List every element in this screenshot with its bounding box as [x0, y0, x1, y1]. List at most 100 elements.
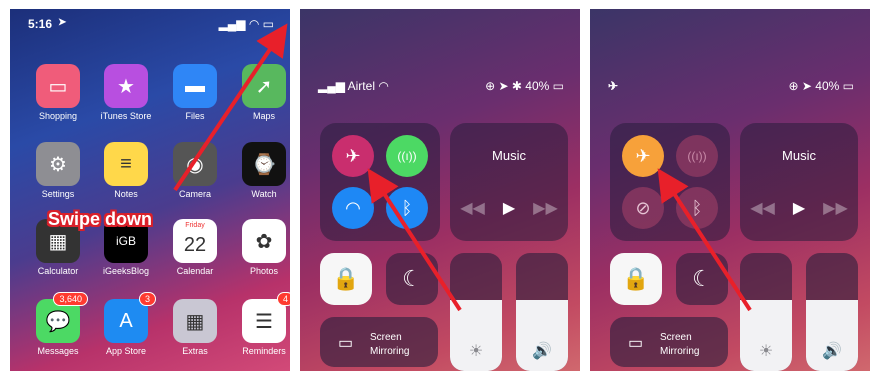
notes-icon: ≡: [104, 142, 148, 186]
do-not-disturb-toggle[interactable]: ☾: [386, 253, 438, 305]
app-camera[interactable]: ◉ Camera: [167, 142, 223, 199]
app-watch[interactable]: ⌚ Watch: [236, 142, 290, 199]
app-label: Camera: [178, 189, 211, 199]
music-label: Music: [492, 148, 526, 163]
reminders-icon: ☰ 4: [242, 292, 290, 343]
play-icon[interactable]: ▶: [503, 198, 515, 218]
app-label: Calendar: [176, 266, 214, 276]
status-bar: 5:16 ➤ ▂▄▆ ◠ ▭: [10, 17, 290, 35]
app-label: App Store: [105, 346, 147, 356]
settings-icon: ⚙: [36, 142, 80, 186]
volume-fill: 🔊: [516, 300, 568, 371]
screen-mirroring-button[interactable]: ▭ Screen Mirroring: [320, 317, 438, 367]
mirroring-line1: Screen: [370, 332, 402, 343]
rotation-lock-icon: 🔒: [332, 266, 360, 291]
screen-mirroring-button[interactable]: ▭ Screen Mirroring: [610, 317, 728, 367]
sun-icon: ☀: [468, 343, 484, 360]
airplane-icon: ✈: [345, 145, 361, 166]
screen-mirroring-icon: ▭: [628, 335, 644, 352]
extras-icon: ▦: [173, 299, 217, 343]
photos-icon: ✿: [242, 219, 286, 263]
app-settings[interactable]: ⚙ Settings: [30, 142, 86, 199]
battery-percent: 40%: [815, 79, 840, 93]
notification-badge: 4: [276, 292, 290, 306]
app-label: Photos: [249, 266, 279, 276]
volume-slider[interactable]: 🔊: [516, 253, 568, 371]
app-store-icon: A3: [104, 292, 156, 343]
playback-controls: ◀◀ ▶ ▶▶: [450, 198, 568, 218]
moon-icon: ☾: [692, 266, 712, 291]
airplane-mode-toggle[interactable]: ✈: [622, 135, 664, 177]
do-not-disturb-toggle[interactable]: ☾: [676, 253, 728, 305]
fast-forward-icon[interactable]: ▶▶: [533, 198, 558, 218]
calendar-icon: Friday 22: [173, 219, 217, 263]
cellular-data-toggle[interactable]: ((ı)): [676, 135, 718, 177]
app-reminders[interactable]: ☰ 4 Reminders: [236, 292, 290, 356]
brightness-slider[interactable]: ☀: [450, 253, 502, 371]
status-bar: ✈ ⊕ ➤ 40% ▭: [590, 79, 870, 97]
app-label: iGeeksBlog: [102, 266, 150, 276]
battery-percent: 40%: [525, 79, 550, 93]
watch-icon: ⌚: [242, 142, 286, 186]
app-calendar[interactable]: Friday 22 Calendar: [167, 219, 223, 276]
wifi-icon: ◠: [345, 197, 361, 218]
control-center-before: ▂▄▆ Airtel ◠ ⊕ ➤ ✱ 40% ▭ ✈ ((ı)) ◠ ᛒ Mus…: [300, 9, 580, 371]
cellular-data-toggle[interactable]: ((ı)): [386, 135, 428, 177]
status-bar: ▂▄▆ Airtel ◠ ⊕ ➤ ✱ 40% ▭: [300, 79, 580, 97]
app-shopping[interactable]: ▭ Shopping: [30, 64, 86, 121]
volume-fill: 🔊: [806, 300, 858, 371]
app-maps[interactable]: ➚ Maps: [236, 64, 290, 121]
app-label: iTunes Store: [100, 111, 152, 121]
app-label: Watch: [251, 189, 277, 199]
moon-icon: ☾: [402, 266, 422, 291]
app-photos[interactable]: ✿ Photos: [236, 219, 290, 276]
app-extras[interactable]: ▦ Extras: [167, 299, 223, 356]
notification-badge: 3: [138, 292, 156, 306]
app-label: Reminders: [242, 346, 286, 356]
mirroring-line1: Screen: [660, 332, 692, 343]
swipe-down-annotation: Swipe down: [48, 209, 153, 229]
airplane-status-icon: ✈: [608, 79, 619, 93]
rewind-icon[interactable]: ◀◀: [460, 198, 485, 218]
status-icons: ▂▄▆ ◠ ▭: [218, 17, 274, 31]
airplane-icon: ✈: [635, 145, 651, 166]
airplane-mode-toggle[interactable]: ✈: [332, 135, 374, 177]
bluetooth-toggle[interactable]: ᛒ: [676, 187, 718, 229]
app-itunes-store[interactable]: ★ iTunes Store: [98, 64, 154, 121]
mirroring-line2: Mirroring: [370, 346, 410, 357]
maps-icon: ➚: [242, 64, 286, 108]
sun-icon: ☀: [758, 343, 774, 360]
bluetooth-toggle[interactable]: ᛒ: [386, 187, 428, 229]
rotation-lock-toggle[interactable]: 🔒: [610, 253, 662, 305]
files-icon: ▬: [173, 64, 217, 108]
play-icon[interactable]: ▶: [793, 198, 805, 218]
carrier-name: Airtel: [347, 79, 375, 93]
music-tile[interactable]: Music ◀◀ ▶ ▶▶: [740, 123, 858, 241]
playback-controls: ◀◀ ▶ ▶▶: [740, 198, 858, 218]
wifi-toggle[interactable]: ◠: [332, 187, 374, 229]
connectivity-tile: ✈ ((ı)) ◠ ᛒ: [320, 123, 440, 241]
status-icons: ⊕ ➤: [788, 79, 816, 93]
screen-mirroring-icon: ▭: [338, 335, 354, 352]
fast-forward-icon[interactable]: ▶▶: [823, 198, 848, 218]
app-label: Notes: [114, 189, 138, 199]
wifi-off-icon: ⊘: [635, 197, 651, 218]
rewind-icon[interactable]: ◀◀: [750, 198, 775, 218]
bluetooth-icon: ᛒ: [691, 197, 703, 218]
battery-icon: ▭: [552, 79, 564, 93]
app-files[interactable]: ▬ Files: [167, 64, 223, 121]
signal-icon: ▂▄▆: [318, 79, 348, 93]
brightness-slider[interactable]: ☀: [740, 253, 792, 371]
speaker-icon: 🔊: [532, 343, 552, 360]
app-notes[interactable]: ≡ Notes: [98, 142, 154, 199]
rotation-lock-toggle[interactable]: 🔒: [320, 253, 372, 305]
app-app-store[interactable]: A 3 App Store: [98, 292, 156, 356]
volume-slider[interactable]: 🔊: [806, 253, 858, 371]
app-messages[interactable]: 💬 3,640 Messages: [30, 292, 88, 356]
mirroring-line2: Mirroring: [660, 346, 700, 357]
music-tile[interactable]: Music ◀◀ ▶ ▶▶: [450, 123, 568, 241]
wifi-toggle[interactable]: ⊘: [622, 187, 664, 229]
itunes-store-icon: ★: [104, 64, 148, 108]
app-label: Extras: [182, 346, 208, 356]
cellular-antenna-icon: ((ı)): [397, 149, 417, 163]
